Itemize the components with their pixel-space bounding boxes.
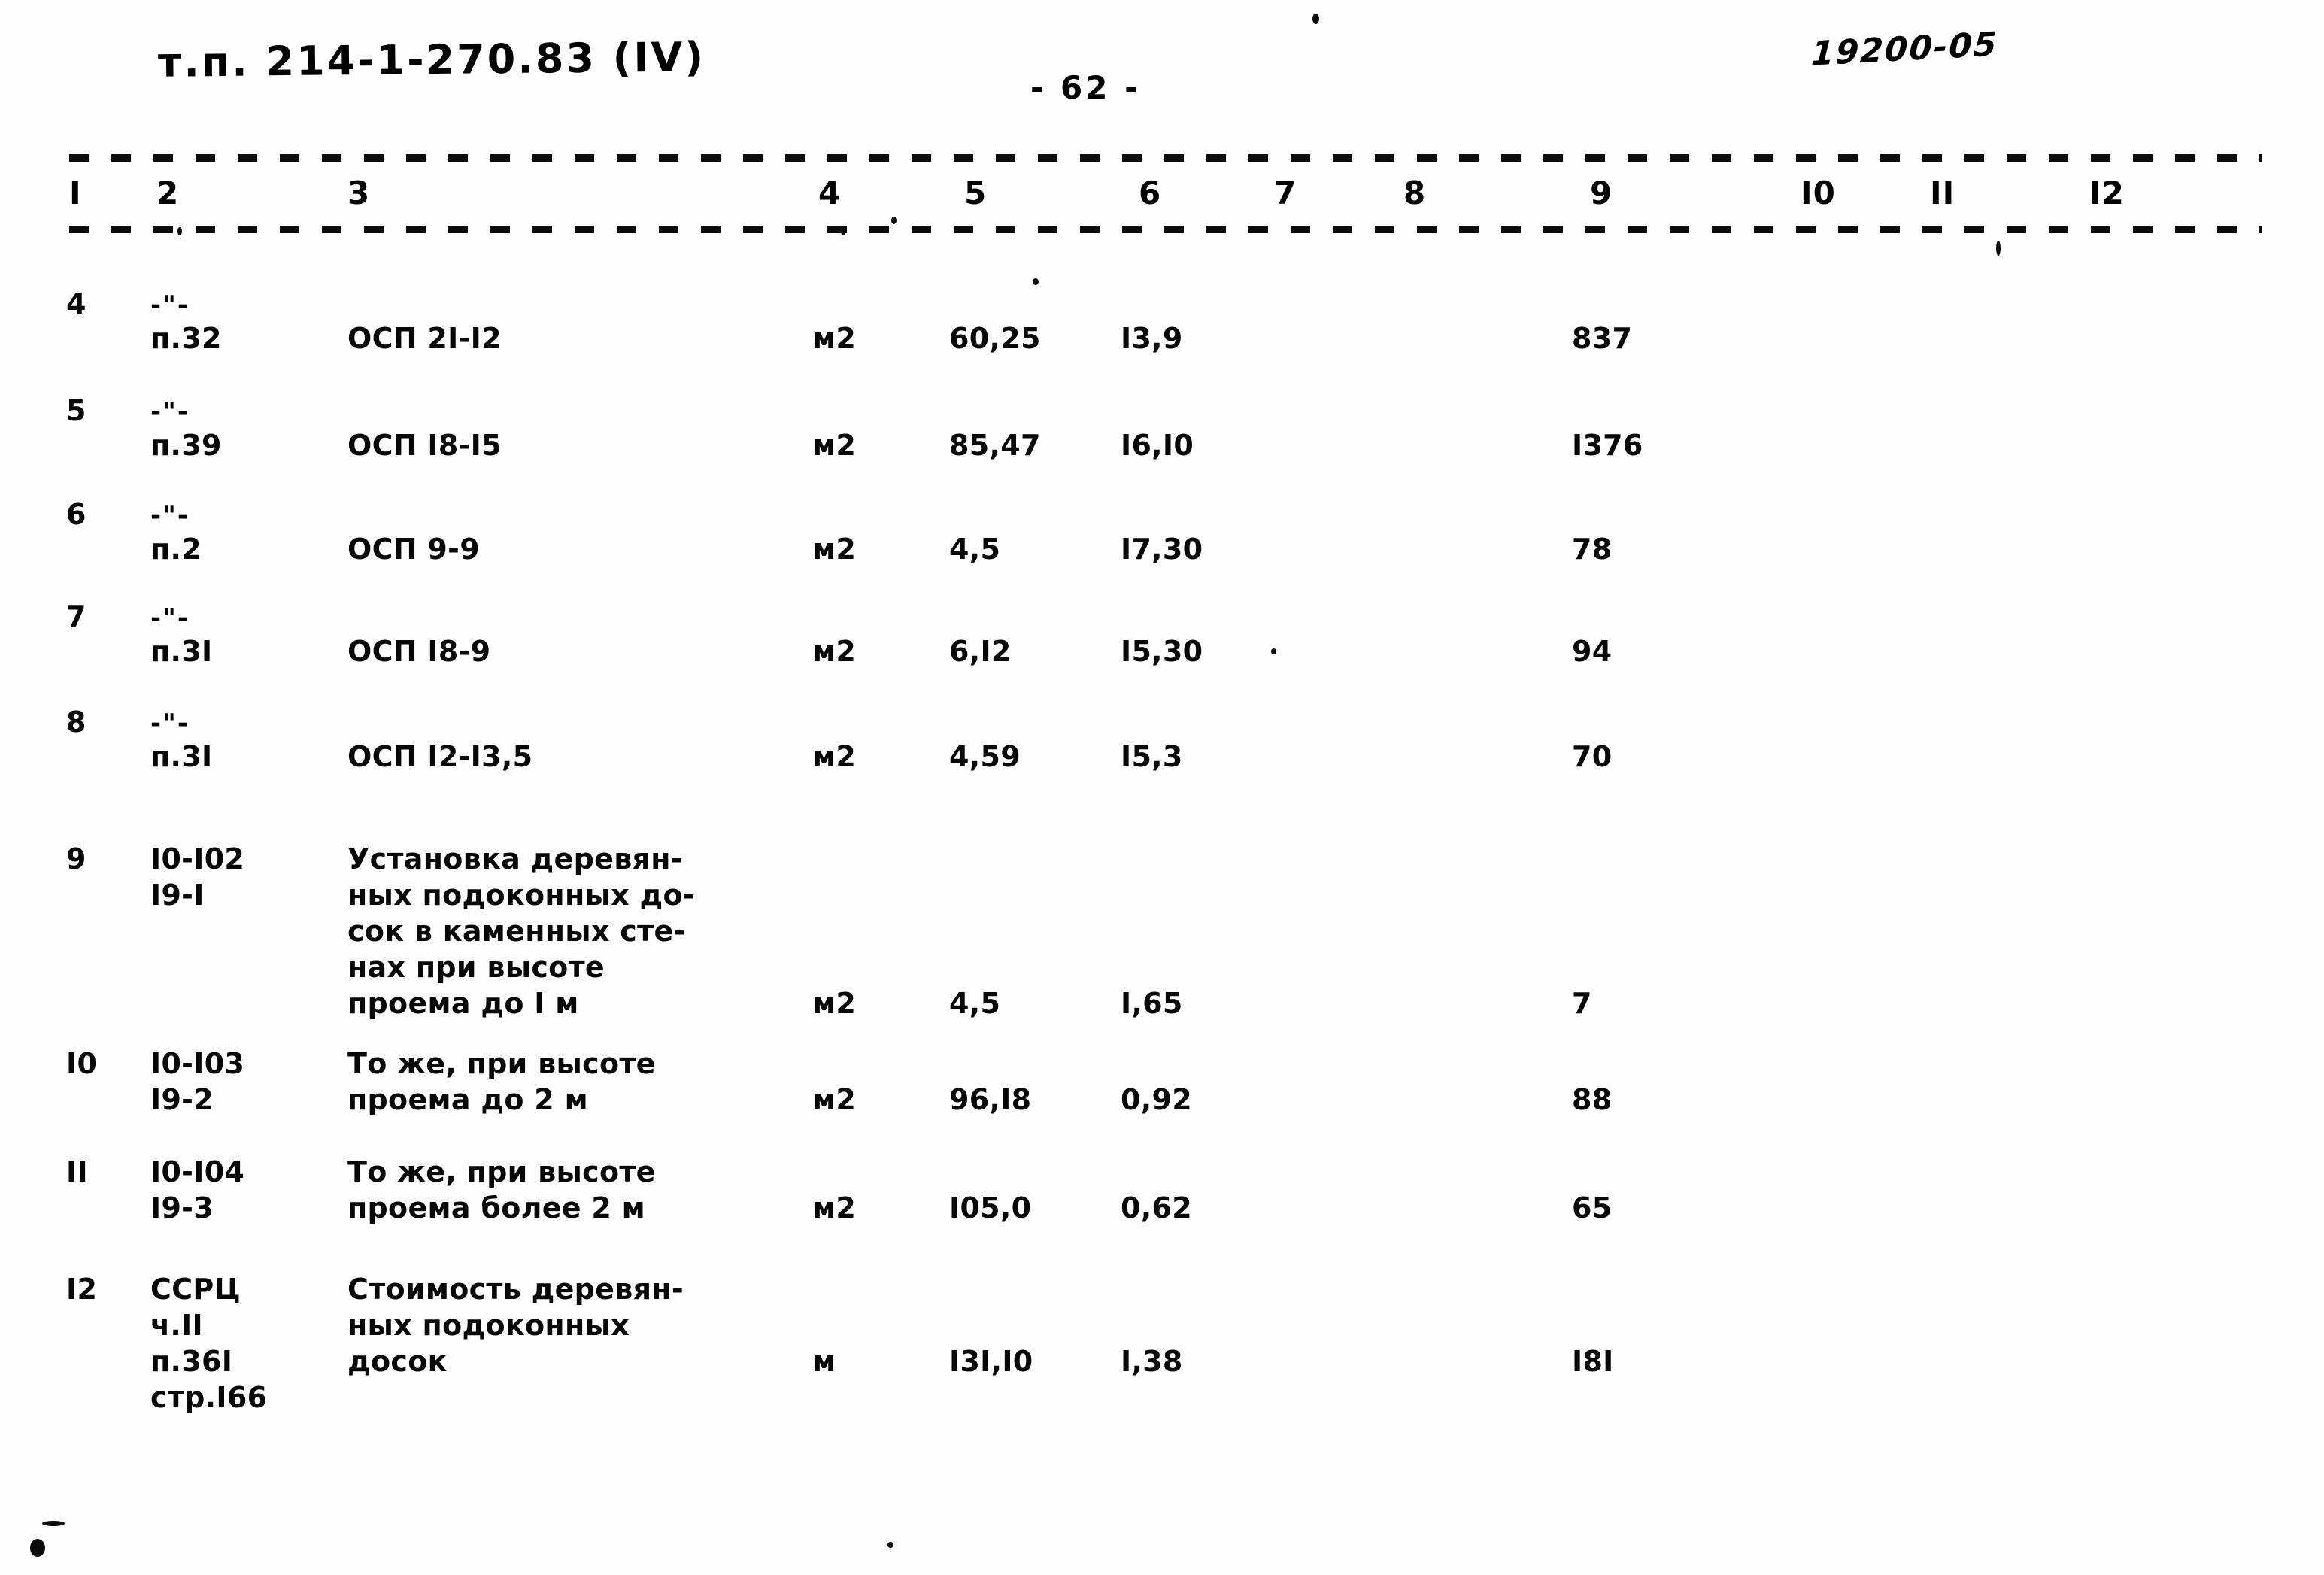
row-total: 837: [1572, 322, 1633, 355]
row-unit-price: I3,9: [1121, 322, 1183, 355]
row-number: 8: [66, 706, 86, 739]
row-unit-price: I6,I0: [1121, 429, 1194, 462]
row-number: 5: [66, 394, 86, 427]
table-bottom-rule: [69, 226, 2262, 233]
row-number: 9: [66, 842, 86, 876]
row-reference: I0-I03 I9-2: [150, 1047, 245, 1116]
scan-speckle: [1312, 14, 1319, 24]
ditto-mark: -"-: [150, 501, 190, 531]
row-total: 78: [1572, 533, 1613, 566]
row-unit: м2: [812, 987, 857, 1020]
scan-speckle: [1033, 278, 1039, 285]
row-quantity: 96,I8: [949, 1083, 1032, 1116]
row-quantity: 6,I2: [949, 635, 1012, 668]
row-quantity: 4,5: [949, 533, 1001, 566]
scan-speckle: [891, 217, 897, 224]
row-unit-price: I5,30: [1121, 635, 1203, 668]
row-unit-price: I5,3: [1121, 740, 1183, 773]
row-description: ОСП I8-9: [347, 635, 491, 668]
row-unit: м2: [812, 740, 857, 773]
row-total: 7: [1572, 987, 1592, 1020]
row-total: I8I: [1572, 1345, 1614, 1378]
scanned-page: т.п. 214-1-270.83 (IV) - 62 - 19200-05 I…: [0, 0, 2324, 1575]
row-total: 94: [1572, 635, 1613, 668]
row-number: I2: [66, 1273, 98, 1306]
ditto-mark: -"-: [150, 709, 190, 739]
column-header-11: II: [1930, 174, 1955, 211]
row-description: ОСП I8-I5: [347, 429, 502, 462]
scan-speckle: [177, 227, 182, 235]
row-number: II: [66, 1155, 88, 1188]
scan-speckle: [841, 227, 845, 235]
column-header-3: 3: [347, 174, 371, 211]
column-header-4: 4: [818, 174, 842, 211]
row-reference: ССРЦ ч.II п.36I стр.I66: [150, 1273, 268, 1414]
row-unit-price: 0,62: [1121, 1191, 1192, 1224]
row-unit: м2: [812, 635, 857, 668]
row-description: ОСП 9-9: [347, 533, 480, 566]
column-header-12: I2: [2089, 174, 2125, 211]
row-reference: п.32: [150, 322, 222, 355]
page-number: - 62 -: [1030, 69, 1141, 106]
row-quantity: I3I,I0: [949, 1345, 1033, 1378]
row-total: 88: [1572, 1083, 1613, 1116]
scan-speckle: [30, 1539, 45, 1557]
row-unit-price: I,65: [1121, 987, 1183, 1020]
row-description: Стоимость деревян- ных подоконных досок: [347, 1273, 684, 1378]
row-number: I0: [66, 1047, 98, 1080]
ditto-mark: -"-: [150, 603, 190, 633]
row-reference: п.39: [150, 429, 222, 462]
row-total: 70: [1572, 740, 1613, 773]
document-code: т.п. 214-1-270.83 (IV): [157, 33, 706, 86]
column-header-2: 2: [156, 174, 180, 211]
column-header-1: I: [69, 174, 82, 211]
row-unit: м2: [812, 322, 857, 355]
row-quantity: I05,0: [949, 1191, 1032, 1224]
archive-code: 19200-05: [1810, 25, 1999, 74]
row-total: 65: [1572, 1191, 1613, 1224]
scan-speckle: [1271, 648, 1276, 654]
row-number: 4: [66, 287, 86, 320]
row-number: 6: [66, 498, 86, 531]
row-quantity: 4,59: [949, 740, 1021, 773]
row-total: I376: [1572, 429, 1643, 462]
row-reference: п.3I: [150, 635, 213, 668]
row-unit-price: 0,92: [1121, 1083, 1192, 1116]
ditto-mark: -"-: [150, 290, 190, 320]
row-unit: м2: [812, 533, 857, 566]
column-header-10: I0: [1801, 174, 1836, 211]
row-quantity: 4,5: [949, 987, 1001, 1020]
row-reference: I0-I04 I9-3: [150, 1155, 245, 1224]
ditto-mark: -"-: [150, 397, 190, 427]
row-description: Установка деревян- ных подоконных до- со…: [347, 842, 695, 1020]
row-description: То же, при высоте проема до 2 м: [347, 1047, 656, 1116]
column-header-6: 6: [1139, 174, 1162, 211]
table-top-rule: [69, 154, 2262, 162]
row-quantity: 60,25: [949, 322, 1041, 355]
column-header-9: 9: [1590, 174, 1613, 211]
row-unit-price: I7,30: [1121, 533, 1203, 566]
row-reference: п.2: [150, 533, 202, 566]
column-header-5: 5: [964, 174, 988, 211]
row-quantity: 85,47: [949, 429, 1041, 462]
scan-speckle: [42, 1521, 65, 1526]
column-header-7: 7: [1274, 174, 1297, 211]
row-description: То же, при высоте проема более 2 м: [347, 1155, 656, 1224]
row-unit: м2: [812, 429, 857, 462]
row-unit: м2: [812, 1083, 857, 1116]
row-unit: м2: [812, 1191, 857, 1224]
row-description: ОСП I2-I3,5: [347, 740, 533, 773]
column-header-8: 8: [1403, 174, 1427, 211]
row-reference: I0-I02 I9-I: [150, 842, 245, 912]
row-unit-price: I,38: [1121, 1345, 1183, 1378]
row-reference: п.3I: [150, 740, 213, 773]
row-unit: м: [812, 1345, 836, 1378]
row-number: 7: [66, 600, 86, 633]
scan-speckle: [887, 1542, 893, 1548]
row-description: ОСП 2I-I2: [347, 322, 502, 355]
scan-speckle: [1996, 241, 2001, 256]
